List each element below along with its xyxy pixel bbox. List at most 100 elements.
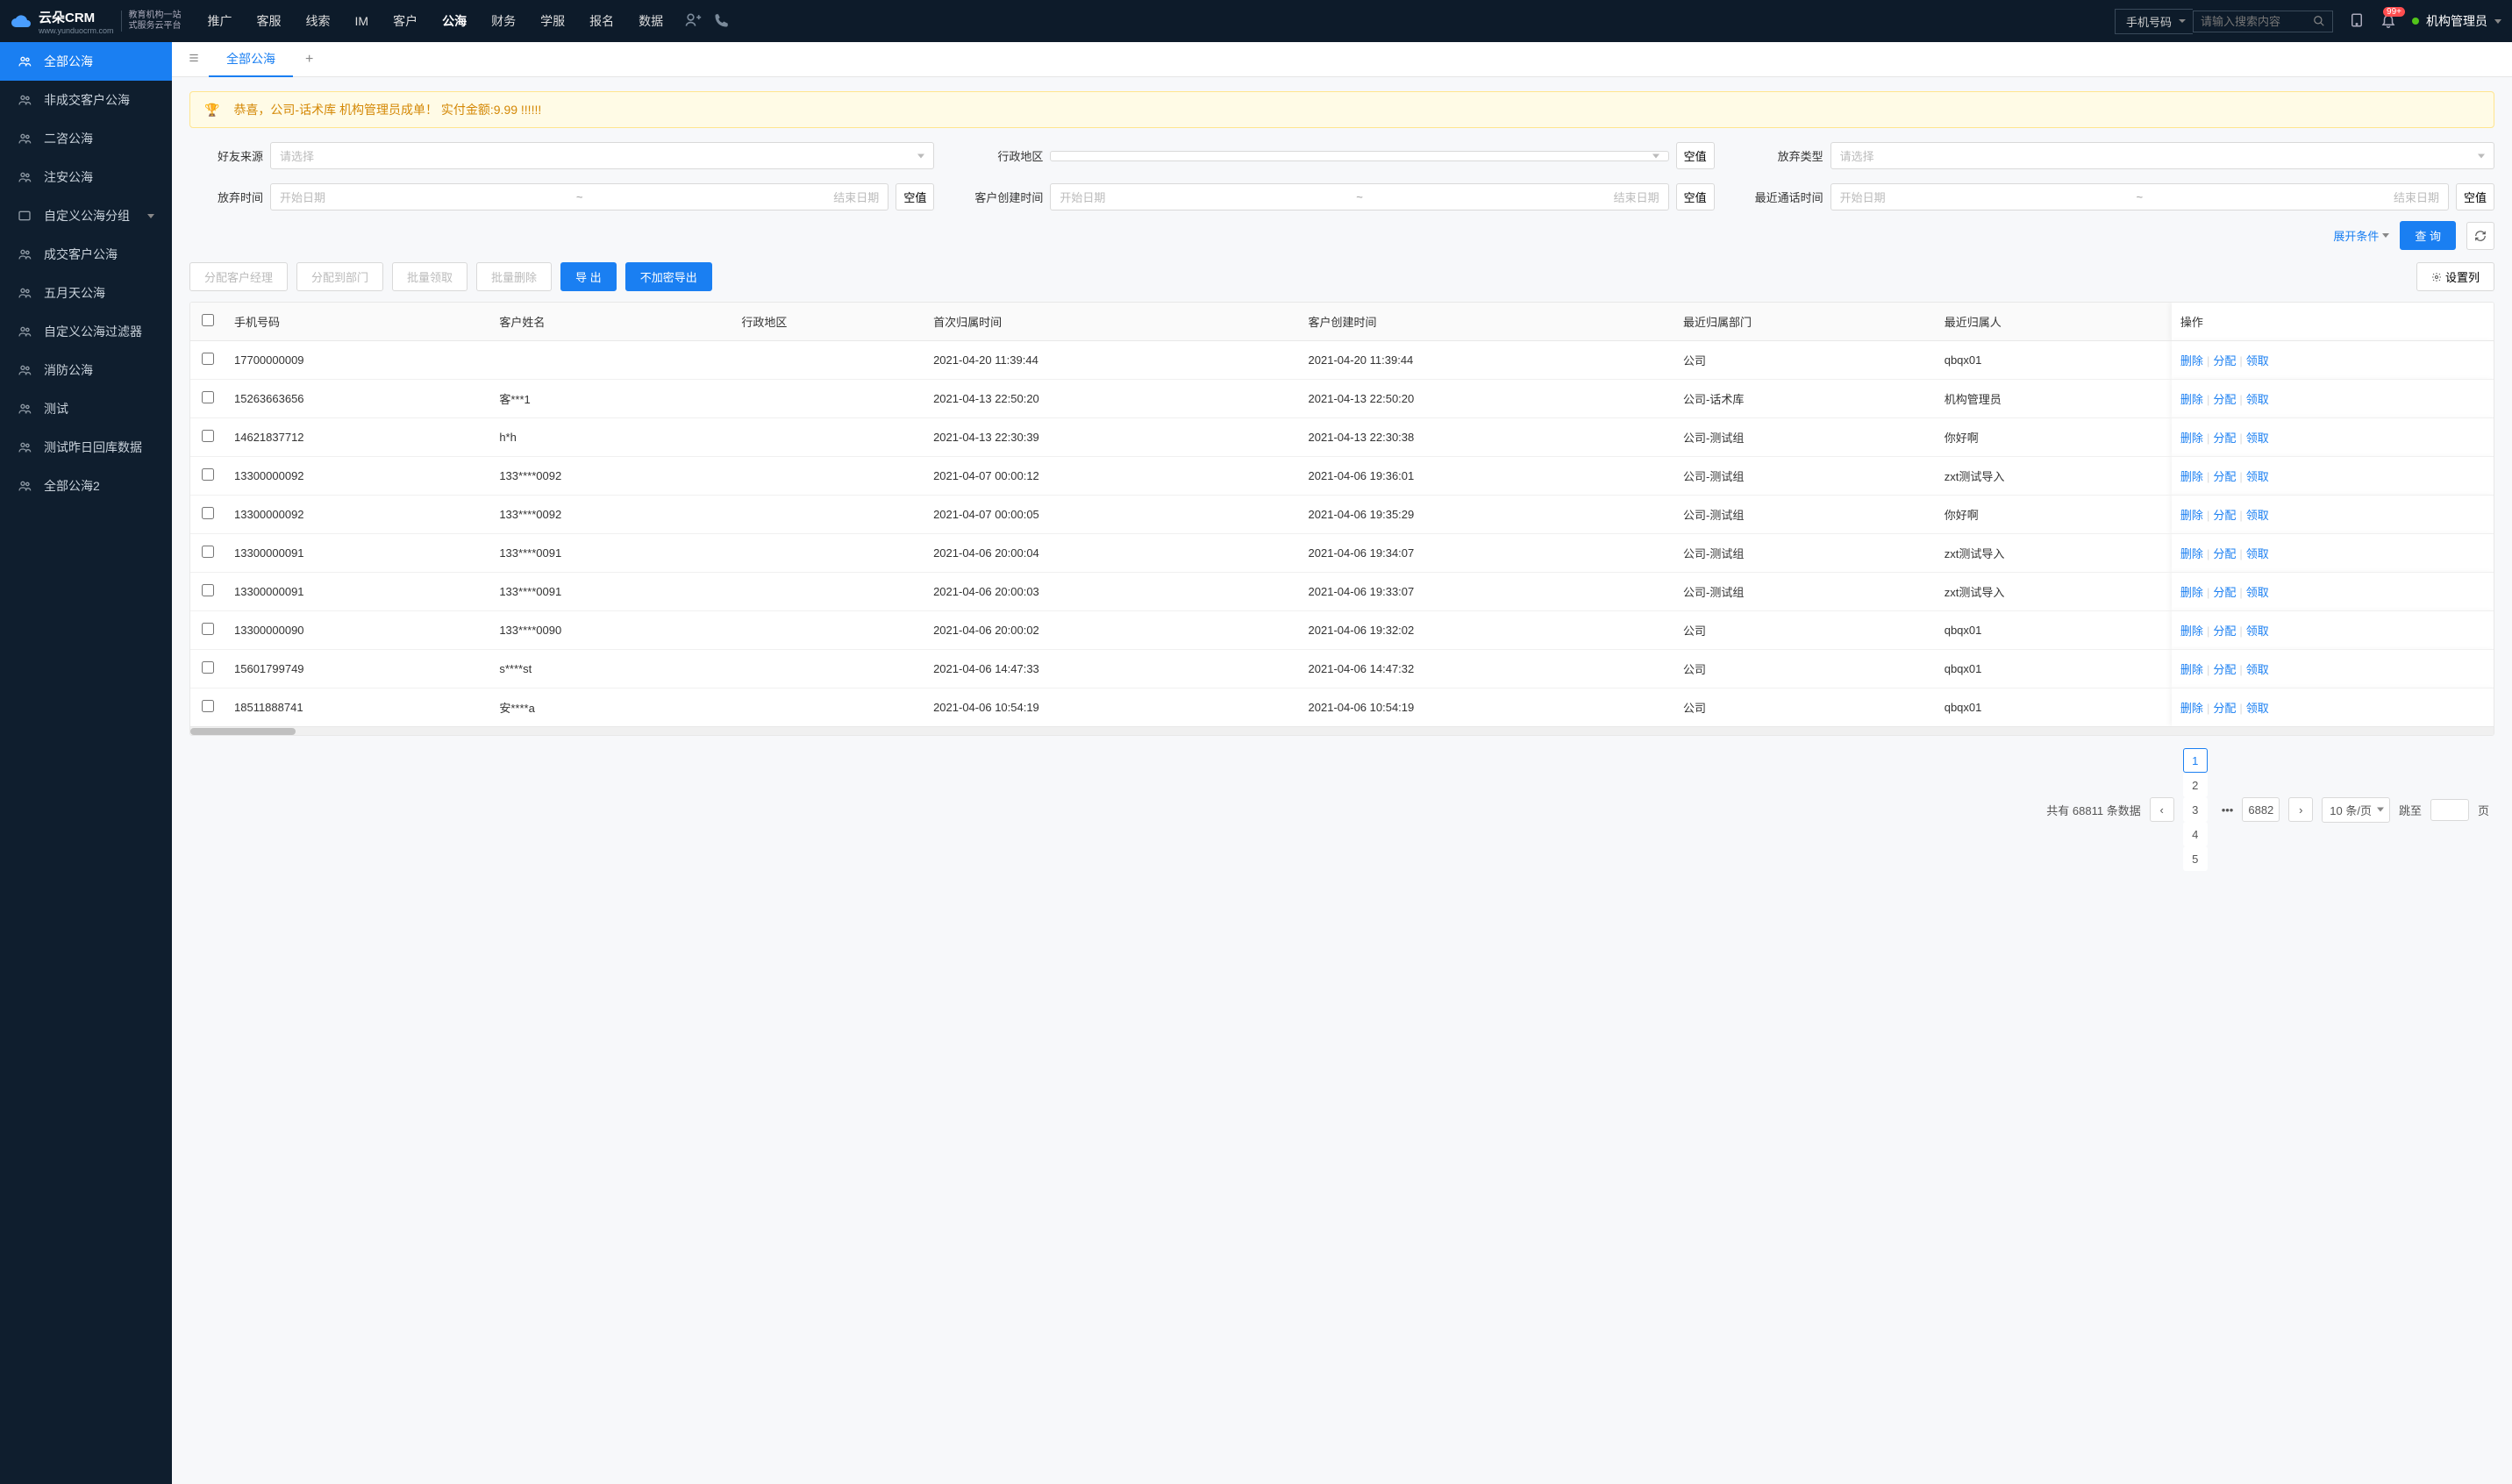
nav-item-1[interactable]: 客服 [245,0,294,42]
tab-list-toggle-icon[interactable] [179,52,209,67]
op-delete[interactable]: 删除 [2180,432,2203,445]
sidebar-item-7[interactable]: 自定义公海过滤器 [0,312,172,351]
sidebar-item-0[interactable]: 全部公海 [0,42,172,81]
op-assign[interactable]: 分配 [2213,354,2236,367]
op-claim[interactable]: 领取 [2246,624,2269,638]
sidebar-item-9[interactable]: 测试 [0,389,172,428]
page-3[interactable]: 3 [2183,797,2208,822]
nav-item-2[interactable]: 线索 [294,0,343,42]
row-check[interactable] [202,584,214,596]
op-delete[interactable]: 删除 [2180,547,2203,560]
page-5[interactable]: 5 [2183,846,2208,871]
expand-conditions-link[interactable]: 展开条件 [2333,227,2389,244]
user-menu[interactable]: 机构管理员 [2412,12,2501,30]
op-delete[interactable]: 删除 [2180,624,2203,638]
sidebar-item-2[interactable]: 二咨公海 [0,119,172,158]
op-assign[interactable]: 分配 [2213,663,2236,676]
export-button[interactable]: 导 出 [560,262,617,291]
row-check[interactable] [202,430,214,442]
row-check[interactable] [202,391,214,403]
op-assign[interactable]: 分配 [2213,624,2236,638]
assign-dept-button[interactable]: 分配到部门 [296,262,383,291]
nav-item-3[interactable]: IM [343,0,382,42]
assign-manager-button[interactable]: 分配客户经理 [189,262,288,291]
check-all[interactable] [202,314,214,326]
filter-create-time-range[interactable]: 开始日期~结束日期 [1050,183,1668,210]
search-icon[interactable] [2313,15,2325,27]
sidebar-item-6[interactable]: 五月天公海 [0,274,172,312]
filter-call-time-range[interactable]: 开始日期~结束日期 [1830,183,2449,210]
op-assign[interactable]: 分配 [2213,547,2236,560]
nav-item-6[interactable]: 财务 [479,0,528,42]
op-delete[interactable]: 删除 [2180,663,2203,676]
op-delete[interactable]: 删除 [2180,470,2203,483]
op-assign[interactable]: 分配 [2213,702,2236,715]
page-last[interactable]: 6882 [2242,797,2280,822]
filter-source-select[interactable]: 请选择 [270,142,934,169]
phone-icon[interactable] [714,12,730,31]
op-claim[interactable]: 领取 [2246,354,2269,367]
page-size-select[interactable]: 10 条/页 [2322,797,2390,823]
batch-claim-button[interactable]: 批量领取 [392,262,467,291]
query-button[interactable]: 查 询 [2400,221,2456,250]
sidebar-item-1[interactable]: 非成交客户公海 [0,81,172,119]
op-claim[interactable]: 领取 [2246,432,2269,445]
bell-icon[interactable]: 99+ [2380,12,2396,31]
sidebar-item-11[interactable]: 全部公海2 [0,467,172,505]
sidebar-item-10[interactable]: 测试昨日回库数据 [0,428,172,467]
add-user-icon[interactable] [684,11,702,32]
op-delete[interactable]: 删除 [2180,393,2203,406]
scrollbar-thumb[interactable] [190,728,296,735]
op-claim[interactable]: 领取 [2246,393,2269,406]
op-claim[interactable]: 领取 [2246,470,2269,483]
page-prev[interactable]: ‹ [2150,797,2174,822]
row-check[interactable] [202,661,214,674]
page-2[interactable]: 2 [2183,773,2208,797]
filter-region-select[interactable] [1050,151,1668,161]
row-check[interactable] [202,353,214,365]
nav-item-0[interactable]: 推广 [196,0,245,42]
filter-abandon-time-null[interactable]: 空值 [896,183,934,210]
op-assign[interactable]: 分配 [2213,393,2236,406]
tablet-icon[interactable] [2349,12,2365,31]
page-next[interactable]: › [2288,797,2313,822]
filter-create-time-null[interactable]: 空值 [1676,183,1715,210]
export-plain-button[interactable]: 不加密导出 [625,262,712,291]
op-assign[interactable]: 分配 [2213,470,2236,483]
page-jump-input[interactable] [2430,799,2469,821]
nav-item-8[interactable]: 报名 [577,0,626,42]
sidebar-item-4[interactable]: 自定义公海分组 [0,196,172,235]
op-delete[interactable]: 删除 [2180,586,2203,599]
set-columns-button[interactable]: 设置列 [2416,262,2494,291]
row-check[interactable] [202,507,214,519]
op-assign[interactable]: 分配 [2213,586,2236,599]
op-claim[interactable]: 领取 [2246,586,2269,599]
op-assign[interactable]: 分配 [2213,509,2236,522]
op-delete[interactable]: 删除 [2180,354,2203,367]
op-claim[interactable]: 领取 [2246,547,2269,560]
sidebar-item-3[interactable]: 注安公海 [0,158,172,196]
sidebar-item-8[interactable]: 消防公海 [0,351,172,389]
horizontal-scrollbar[interactable] [190,726,2494,735]
filter-abandon-time-range[interactable]: 开始日期~结束日期 [270,183,888,210]
page-1[interactable]: 1 [2183,748,2208,773]
nav-item-5[interactable]: 公海 [430,0,479,42]
filter-call-time-null[interactable]: 空值 [2456,183,2494,210]
tab-all-public[interactable]: 全部公海 [209,42,293,77]
page-4[interactable]: 4 [2183,822,2208,846]
tab-add[interactable]: + [293,52,325,68]
batch-delete-button[interactable]: 批量删除 [476,262,552,291]
filter-region-null[interactable]: 空值 [1676,142,1715,169]
row-check[interactable] [202,546,214,558]
row-check[interactable] [202,623,214,635]
row-check[interactable] [202,700,214,712]
op-claim[interactable]: 领取 [2246,663,2269,676]
nav-item-4[interactable]: 客户 [381,0,430,42]
row-check[interactable] [202,468,214,481]
op-delete[interactable]: 删除 [2180,509,2203,522]
filter-abandon-type-select[interactable]: 请选择 [1830,142,2494,169]
nav-item-9[interactable]: 数据 [626,0,675,42]
op-claim[interactable]: 领取 [2246,702,2269,715]
op-assign[interactable]: 分配 [2213,432,2236,445]
nav-item-7[interactable]: 学服 [528,0,577,42]
